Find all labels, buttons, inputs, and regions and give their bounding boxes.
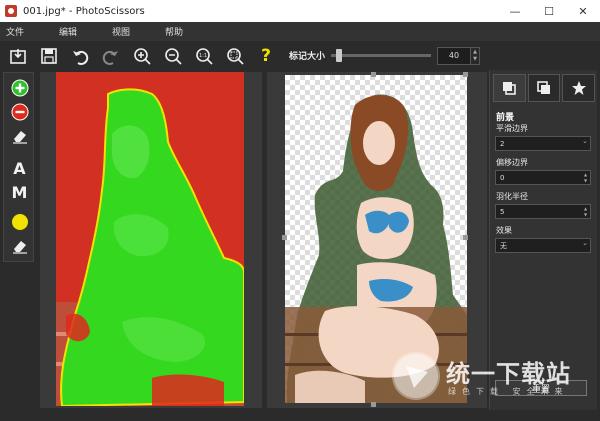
slider-thumb[interactable] [335, 49, 342, 62]
source-photo [56, 72, 244, 406]
offset-edge-spinner[interactable]: 0 ▲ ▼ [495, 170, 591, 185]
auto-mode-letter: A [13, 158, 26, 178]
redo-button[interactable] [100, 45, 122, 67]
crop-handle-top-right[interactable] [463, 72, 468, 77]
crop-handle-left[interactable] [282, 235, 287, 240]
actual-size-label: 1:1 [199, 53, 207, 59]
effect-value: 无 [500, 241, 507, 250]
effect-dropdown[interactable]: 无 ⌄ [495, 238, 591, 253]
feather-radius-value: 5 [500, 207, 505, 216]
maximize-button[interactable]: ☐ [532, 0, 566, 22]
feather-radius-spinner[interactable]: 5 ▲ ▼ [495, 204, 591, 219]
minimize-button[interactable]: — [498, 0, 532, 22]
chevron-down-icon[interactable]: ▼ [584, 178, 587, 184]
panel-tabs [493, 74, 596, 102]
watermark: 统一下载站 绿色下载 安全未来 [392, 352, 592, 412]
menu-file[interactable]: 文件 [0, 25, 39, 38]
brush-size-slider[interactable] [331, 49, 432, 62]
close-button[interactable]: ✕ [566, 0, 600, 22]
actual-size-button[interactable]: 1:1 [193, 45, 215, 67]
offset-edge-value: 0 [500, 173, 505, 182]
zoom-in-icon [134, 47, 151, 65]
window-title: 001.jpg* - PhotoScissors [23, 5, 145, 17]
window-controls: — ☐ ✕ [498, 0, 600, 22]
color-marker-icon [11, 214, 28, 230]
color-marker-button[interactable] [8, 211, 31, 233]
eraser-icon [12, 241, 27, 254]
spinner-arrows[interactable]: ▲ ▼ [581, 205, 590, 218]
fit-window-button[interactable] [224, 45, 246, 67]
color-eraser-button[interactable] [8, 235, 31, 257]
open-button[interactable] [7, 45, 29, 67]
source-canvas[interactable] [40, 72, 262, 408]
marker-tools: A M [3, 72, 34, 262]
remove-background-icon [11, 103, 28, 121]
menu-edit[interactable]: 编辑 [53, 25, 92, 38]
actual-size-icon: 1:1 [196, 47, 213, 65]
chevron-up-icon[interactable]: ▲ [473, 49, 477, 56]
save-icon [41, 47, 57, 64]
app-icon [5, 5, 17, 17]
brush-size-spinner-arrows[interactable]: ▲ ▼ [471, 46, 481, 65]
menu-help[interactable]: 帮助 [159, 25, 198, 38]
title-bar: 001.jpg* - PhotoScissors — ☐ ✕ [0, 0, 600, 22]
brush-size-label: 标记大小 [289, 52, 326, 62]
marked-photo-image [56, 72, 244, 406]
smooth-edge-value: 2 [500, 139, 505, 148]
smooth-edge-label: 平滑边界 [496, 124, 528, 133]
foreground-layers-icon [503, 82, 517, 95]
help-icon: ? [261, 45, 271, 66]
redo-icon [102, 50, 118, 65]
eraser-icon [12, 131, 27, 144]
background-marker-button[interactable] [8, 101, 31, 123]
save-button[interactable] [38, 45, 60, 67]
smooth-edge-dropdown[interactable]: 2 ⌄ [495, 136, 591, 151]
spinner-arrows[interactable]: ▲ ▼ [581, 171, 590, 184]
watermark-logo-icon [392, 352, 440, 400]
zoom-out-icon [165, 47, 182, 65]
effect-label: 效果 [496, 226, 512, 235]
chevron-down-icon: ⌄ [582, 137, 588, 145]
tab-foreground[interactable] [493, 74, 526, 102]
undo-button[interactable] [69, 45, 91, 67]
manual-mode-letter: M [11, 182, 28, 202]
brush-size-value: 40 [448, 51, 460, 60]
tab-background[interactable] [527, 74, 561, 102]
fit-icon [227, 47, 244, 65]
undo-icon [73, 50, 89, 65]
auto-mode-button[interactable]: A [8, 157, 31, 179]
star-icon [571, 81, 586, 95]
foreground-marker-button[interactable] [8, 77, 31, 99]
background-layers-icon [537, 81, 550, 94]
add-foreground-icon [11, 79, 28, 97]
tab-favorites[interactable] [562, 74, 596, 102]
brush-size-spinner[interactable]: 40 [437, 46, 472, 65]
watermark-title: 统一下载站 [446, 360, 571, 388]
crop-handle-right[interactable] [463, 235, 468, 240]
crop-handle-top[interactable] [371, 72, 376, 77]
menu-bar: 文件 编辑 视图 帮助 [0, 22, 600, 41]
zoom-out-button[interactable] [162, 45, 184, 67]
manual-mode-button[interactable]: M [8, 181, 31, 203]
crop-handle-bottom[interactable] [371, 402, 376, 407]
chevron-down-icon[interactable]: ▼ [473, 56, 477, 63]
offset-edge-label: 偏移边界 [496, 158, 528, 167]
chevron-down-icon: ⌄ [582, 239, 588, 247]
zoom-in-button[interactable] [131, 45, 153, 67]
help-button[interactable]: ? [255, 45, 277, 67]
feather-radius-label: 羽化半径 [496, 192, 528, 201]
section-title: 前景 [496, 113, 515, 123]
toolbar: 1:1 ? 标记大小 40 ▲ ▼ [0, 41, 600, 70]
eraser-button[interactable] [8, 125, 31, 147]
chevron-down-icon[interactable]: ▼ [584, 212, 587, 218]
watermark-subtitle: 绿色下载 安全未来 [448, 387, 569, 396]
menu-view[interactable]: 视图 [106, 25, 145, 38]
open-icon [10, 48, 26, 64]
